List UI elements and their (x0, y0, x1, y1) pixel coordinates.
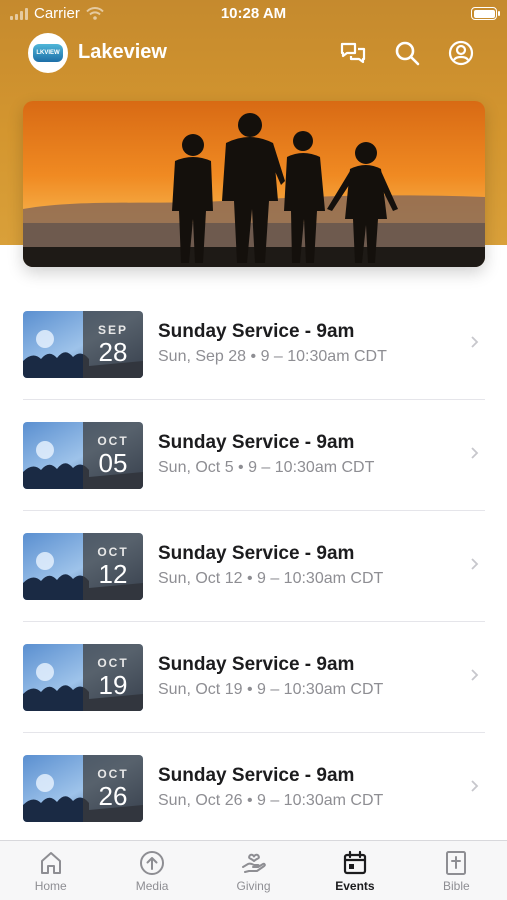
date-badge: OCT 12 (83, 533, 143, 600)
profile-icon[interactable] (446, 38, 476, 68)
event-row[interactable]: OCT 26 Sunday Service - 9am Sun, Oct 26 … (0, 733, 507, 844)
event-title: Sunday Service - 9am (158, 765, 355, 786)
date-day: 19 (98, 670, 128, 700)
tab-home[interactable]: Home (0, 841, 101, 900)
media-icon (140, 851, 165, 875)
date-badge: OCT 19 (83, 644, 143, 711)
event-thumbnail: OCT 26 (23, 755, 143, 822)
date-day: 26 (98, 781, 128, 811)
chevron-right-icon (471, 558, 479, 570)
chevron-right-icon (471, 447, 479, 459)
tab-label: Home (34, 879, 67, 893)
date-month: OCT (97, 434, 129, 448)
event-title: Sunday Service - 9am (158, 432, 355, 453)
tab-bar: Home Media Giving Events Bible (0, 840, 507, 900)
top-nav: LKVIEW Lakeview (0, 32, 507, 74)
logo-mark: LKVIEW (33, 44, 63, 62)
home-icon (40, 852, 61, 874)
event-subtitle: Sun, Oct 26 • 9 – 10:30am CDT (158, 792, 384, 809)
event-row[interactable]: OCT 12 Sunday Service - 9am Sun, Oct 12 … (0, 511, 507, 622)
event-title: Sunday Service - 9am (158, 321, 355, 342)
app-title: Lakeview (78, 41, 167, 63)
giving-icon (241, 853, 266, 873)
chevron-right-icon (471, 780, 479, 792)
tab-label: Giving (236, 879, 271, 893)
event-row[interactable]: OCT 05 Sunday Service - 9am Sun, Oct 5 •… (0, 400, 507, 511)
date-day: 05 (98, 448, 128, 478)
event-subtitle: Sun, Oct 12 • 9 – 10:30am CDT (158, 570, 384, 587)
date-day: 28 (98, 337, 128, 367)
date-month: SEP (97, 323, 128, 337)
tab-label: Events (335, 879, 375, 893)
date-day: 12 (98, 559, 128, 589)
event-subtitle: Sun, Oct 5 • 9 – 10:30am CDT (158, 459, 375, 476)
date-month: OCT (97, 767, 129, 781)
tab-events[interactable]: Events (304, 841, 405, 900)
date-badge: OCT 05 (83, 422, 143, 489)
date-badge: SEP 28 (83, 311, 143, 378)
status-bar: Carrier 10:28 AM (0, 0, 507, 28)
event-thumbnail: OCT 12 (23, 533, 143, 600)
chevron-right-icon (471, 336, 479, 348)
event-row[interactable]: SEP 28 Sunday Service - 9am Sun, Sep 28 … (0, 289, 507, 400)
event-row[interactable]: OCT 19 Sunday Service - 9am Sun, Oct 19 … (0, 622, 507, 733)
church-logo[interactable]: LKVIEW (28, 33, 68, 73)
bible-icon (446, 851, 467, 875)
search-icon[interactable] (392, 38, 422, 68)
events-list: SEP 28 Sunday Service - 9am Sun, Sep 28 … (0, 289, 507, 844)
hero-image (23, 101, 485, 267)
chevron-right-icon (471, 669, 479, 681)
tab-media[interactable]: Media (101, 841, 202, 900)
tab-giving[interactable]: Giving (203, 841, 304, 900)
tab-label: Bible (442, 879, 470, 893)
battery-icon (471, 7, 500, 20)
event-title: Sunday Service - 9am (158, 543, 355, 564)
event-thumbnail: OCT 05 (23, 422, 143, 489)
date-month: OCT (97, 656, 129, 670)
tab-bible[interactable]: Bible (406, 841, 507, 900)
event-title: Sunday Service - 9am (158, 654, 355, 675)
date-badge: OCT 26 (83, 755, 143, 822)
calendar-icon (343, 850, 367, 875)
hero-banner[interactable] (23, 101, 485, 267)
event-subtitle: Sun, Sep 28 • 9 – 10:30am CDT (158, 348, 387, 365)
event-thumbnail: OCT 19 (23, 644, 143, 711)
chat-icon[interactable] (338, 38, 368, 68)
date-month: OCT (97, 545, 129, 559)
event-thumbnail: SEP 28 (23, 311, 143, 378)
tab-label: Media (135, 879, 169, 893)
status-time: 10:28 AM (220, 5, 287, 22)
event-subtitle: Sun, Oct 19 • 9 – 10:30am CDT (158, 681, 384, 698)
